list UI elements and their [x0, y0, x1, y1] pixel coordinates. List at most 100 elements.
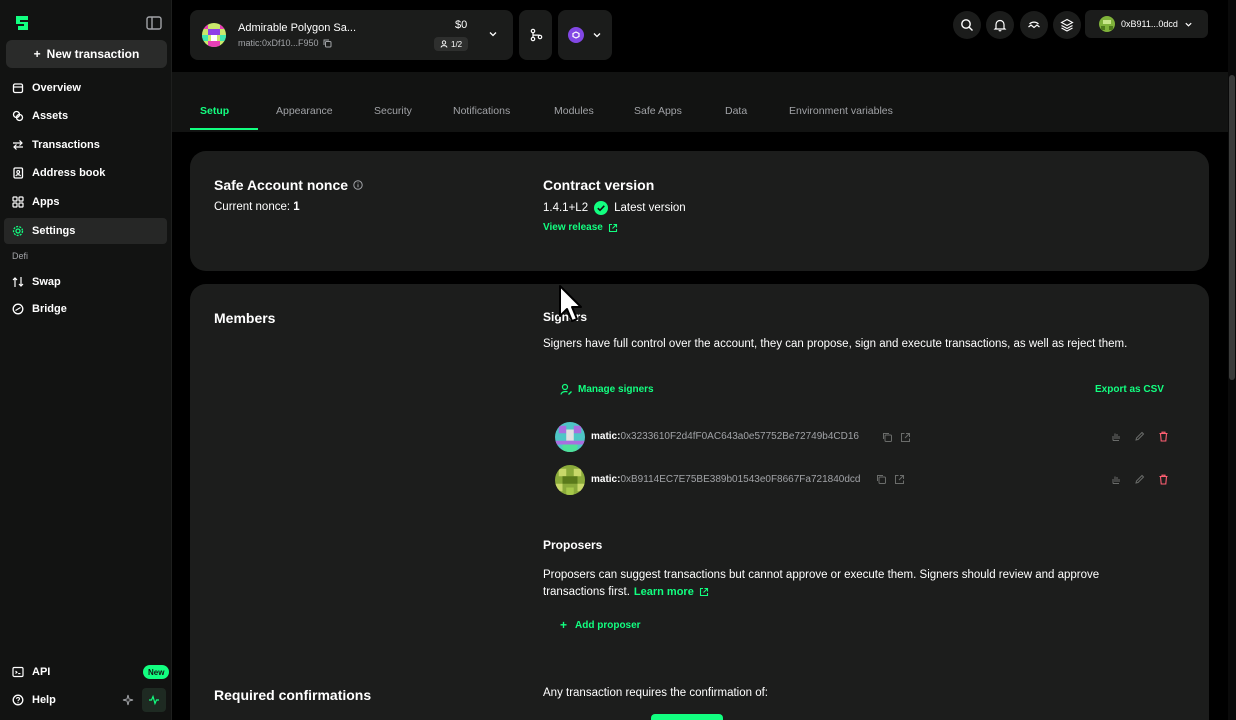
- signer-address: 0x3233610F2d4fF0AC643a0e57752Be72749b4CD…: [620, 431, 859, 442]
- sidebar-item-overview[interactable]: Overview: [4, 75, 167, 101]
- sidebar-item-settings[interactable]: Settings: [4, 218, 167, 244]
- manage-signers-button[interactable]: Manage signers: [560, 383, 654, 396]
- signer-address: 0xB9114EC7E75BE389b01543e0F8667Fa721840d…: [620, 474, 861, 485]
- signers-description: Signers have full control over the accou…: [543, 338, 1128, 350]
- sidebar: + New transaction Overview Assets Transa…: [0, 0, 172, 720]
- sidebar-collapse-icon[interactable]: [146, 16, 162, 30]
- delete-icon[interactable]: [1158, 431, 1169, 442]
- sidebar-item-address-book[interactable]: Address book: [4, 160, 167, 186]
- home-icon: [12, 83, 24, 94]
- user-icon: [440, 40, 448, 48]
- activity-icon[interactable]: [142, 688, 166, 712]
- add-proposer-button[interactable]: + Add proposer: [560, 618, 641, 632]
- required-confirmations-description: Any transaction requires the confirmatio…: [543, 687, 769, 699]
- wallet-avatar: [1099, 16, 1115, 32]
- tab-setup[interactable]: Setup: [200, 105, 229, 117]
- network-selector[interactable]: [558, 10, 612, 60]
- book-icon: [13, 167, 24, 179]
- members-card: Members Signers Signers have full contro…: [190, 284, 1209, 720]
- safe-balance: $0: [455, 19, 468, 31]
- delete-icon[interactable]: [1158, 474, 1169, 485]
- proposers-description: Proposers can suggest transactions but c…: [543, 567, 1099, 600]
- external-link-icon[interactable]: [894, 474, 905, 485]
- confirmations-button[interactable]: [651, 714, 723, 720]
- hand-icon[interactable]: [1110, 431, 1121, 442]
- sidebar-item-assets[interactable]: Assets: [4, 103, 167, 129]
- new-transaction-button[interactable]: + New transaction: [6, 40, 167, 68]
- walletconnect-button[interactable]: [1020, 11, 1048, 39]
- code-icon: [12, 666, 24, 678]
- swap-icon: [12, 277, 24, 287]
- tab-appearance[interactable]: Appearance: [276, 105, 333, 117]
- export-csv-button[interactable]: Export as CSV: [1095, 384, 1164, 395]
- edit-icon[interactable]: [1134, 474, 1145, 485]
- required-confirmations-title: Required confirmations: [214, 687, 372, 703]
- mouse-cursor-icon: [559, 285, 582, 322]
- sidebar-item-help[interactable]: Help: [4, 687, 104, 713]
- new-badge: New: [143, 665, 170, 679]
- copy-icon[interactable]: [876, 474, 887, 485]
- active-tab-indicator: [190, 128, 258, 130]
- contract-status: Latest version: [614, 202, 686, 214]
- signer-address-row: matic:0xB9114EC7E75BE389b01543e0F8667Fa7…: [591, 474, 861, 485]
- arrows-icon: [13, 140, 23, 150]
- sidebar-section-defi: Defi: [12, 251, 29, 261]
- plus-icon: +: [33, 47, 41, 61]
- hand-icon[interactable]: [1110, 474, 1121, 485]
- tab-environment-variables[interactable]: Environment variables: [789, 105, 893, 117]
- bell-icon: [993, 19, 1007, 32]
- scrollbar-thumb[interactable]: [1229, 75, 1235, 380]
- signer-avatar: [555, 465, 585, 495]
- coins-icon: [12, 110, 24, 122]
- safe-avatar: [202, 23, 226, 47]
- safe-logo-icon[interactable]: [12, 12, 34, 34]
- wallet-address: 0xB911...0dcd: [1121, 19, 1178, 29]
- layers-icon: [1060, 18, 1074, 32]
- tab-data[interactable]: Data: [725, 105, 747, 117]
- edit-icon[interactable]: [1134, 431, 1145, 442]
- copy-icon[interactable]: [882, 432, 893, 443]
- check-circle-icon: [594, 201, 609, 215]
- learn-more-link[interactable]: Learn more: [634, 584, 709, 601]
- sidebar-item-apps[interactable]: Apps: [4, 189, 167, 215]
- batch-button[interactable]: [519, 10, 552, 60]
- chevron-down-icon: [593, 33, 601, 38]
- grid-icon: [12, 196, 24, 208]
- view-release-link[interactable]: View release: [543, 222, 618, 233]
- tab-safe-apps[interactable]: Safe Apps: [634, 105, 682, 117]
- safe-account-card[interactable]: Admirable Polygon Sa... matic:0xDf10...F…: [190, 10, 513, 60]
- settings-tabbar: Setup Appearance Security Notifications …: [172, 72, 1228, 132]
- members-title: Members: [214, 310, 276, 326]
- current-nonce: Current nonce: 1: [214, 201, 300, 213]
- help-icon: [12, 694, 24, 706]
- sparkle-icon[interactable]: [116, 688, 140, 712]
- nonce-title-row: Safe Account nonce: [214, 177, 363, 193]
- copy-icon[interactable]: [323, 39, 332, 48]
- tab-security[interactable]: Security: [374, 105, 412, 117]
- proposers-title: Proposers: [543, 538, 603, 552]
- connected-wallet-button[interactable]: 0xB911...0dcd: [1085, 10, 1208, 38]
- tab-notifications[interactable]: Notifications: [453, 105, 510, 117]
- sidebar-item-bridge[interactable]: Bridge: [4, 296, 167, 322]
- search-button[interactable]: [953, 11, 981, 39]
- external-link-icon: [699, 587, 708, 596]
- git-branch-icon: [530, 28, 542, 42]
- notifications-button[interactable]: [986, 11, 1014, 39]
- safe-address-row: matic:0xDf10...F950: [238, 38, 332, 48]
- contract-version: 1.4.1+L2: [543, 202, 589, 214]
- info-icon[interactable]: [353, 180, 363, 190]
- chevron-down-icon: [1185, 22, 1192, 27]
- polygon-icon: [568, 27, 584, 43]
- external-link-icon: [608, 223, 617, 232]
- contract-version-row: 1.4.1+L2 Latest version: [543, 201, 686, 215]
- chevron-down-icon[interactable]: [488, 29, 498, 39]
- contract-version-title: Contract version: [543, 177, 655, 193]
- search-icon: [961, 19, 973, 31]
- external-link-icon[interactable]: [900, 432, 911, 443]
- sidebar-item-swap[interactable]: Swap: [4, 269, 167, 295]
- tab-modules[interactable]: Modules: [554, 105, 594, 117]
- gear-icon: [12, 225, 24, 237]
- sidebar-item-transactions[interactable]: Transactions: [4, 132, 167, 158]
- safe-address: matic:0xDf10...F950: [238, 38, 319, 48]
- layers-button[interactable]: [1053, 11, 1081, 39]
